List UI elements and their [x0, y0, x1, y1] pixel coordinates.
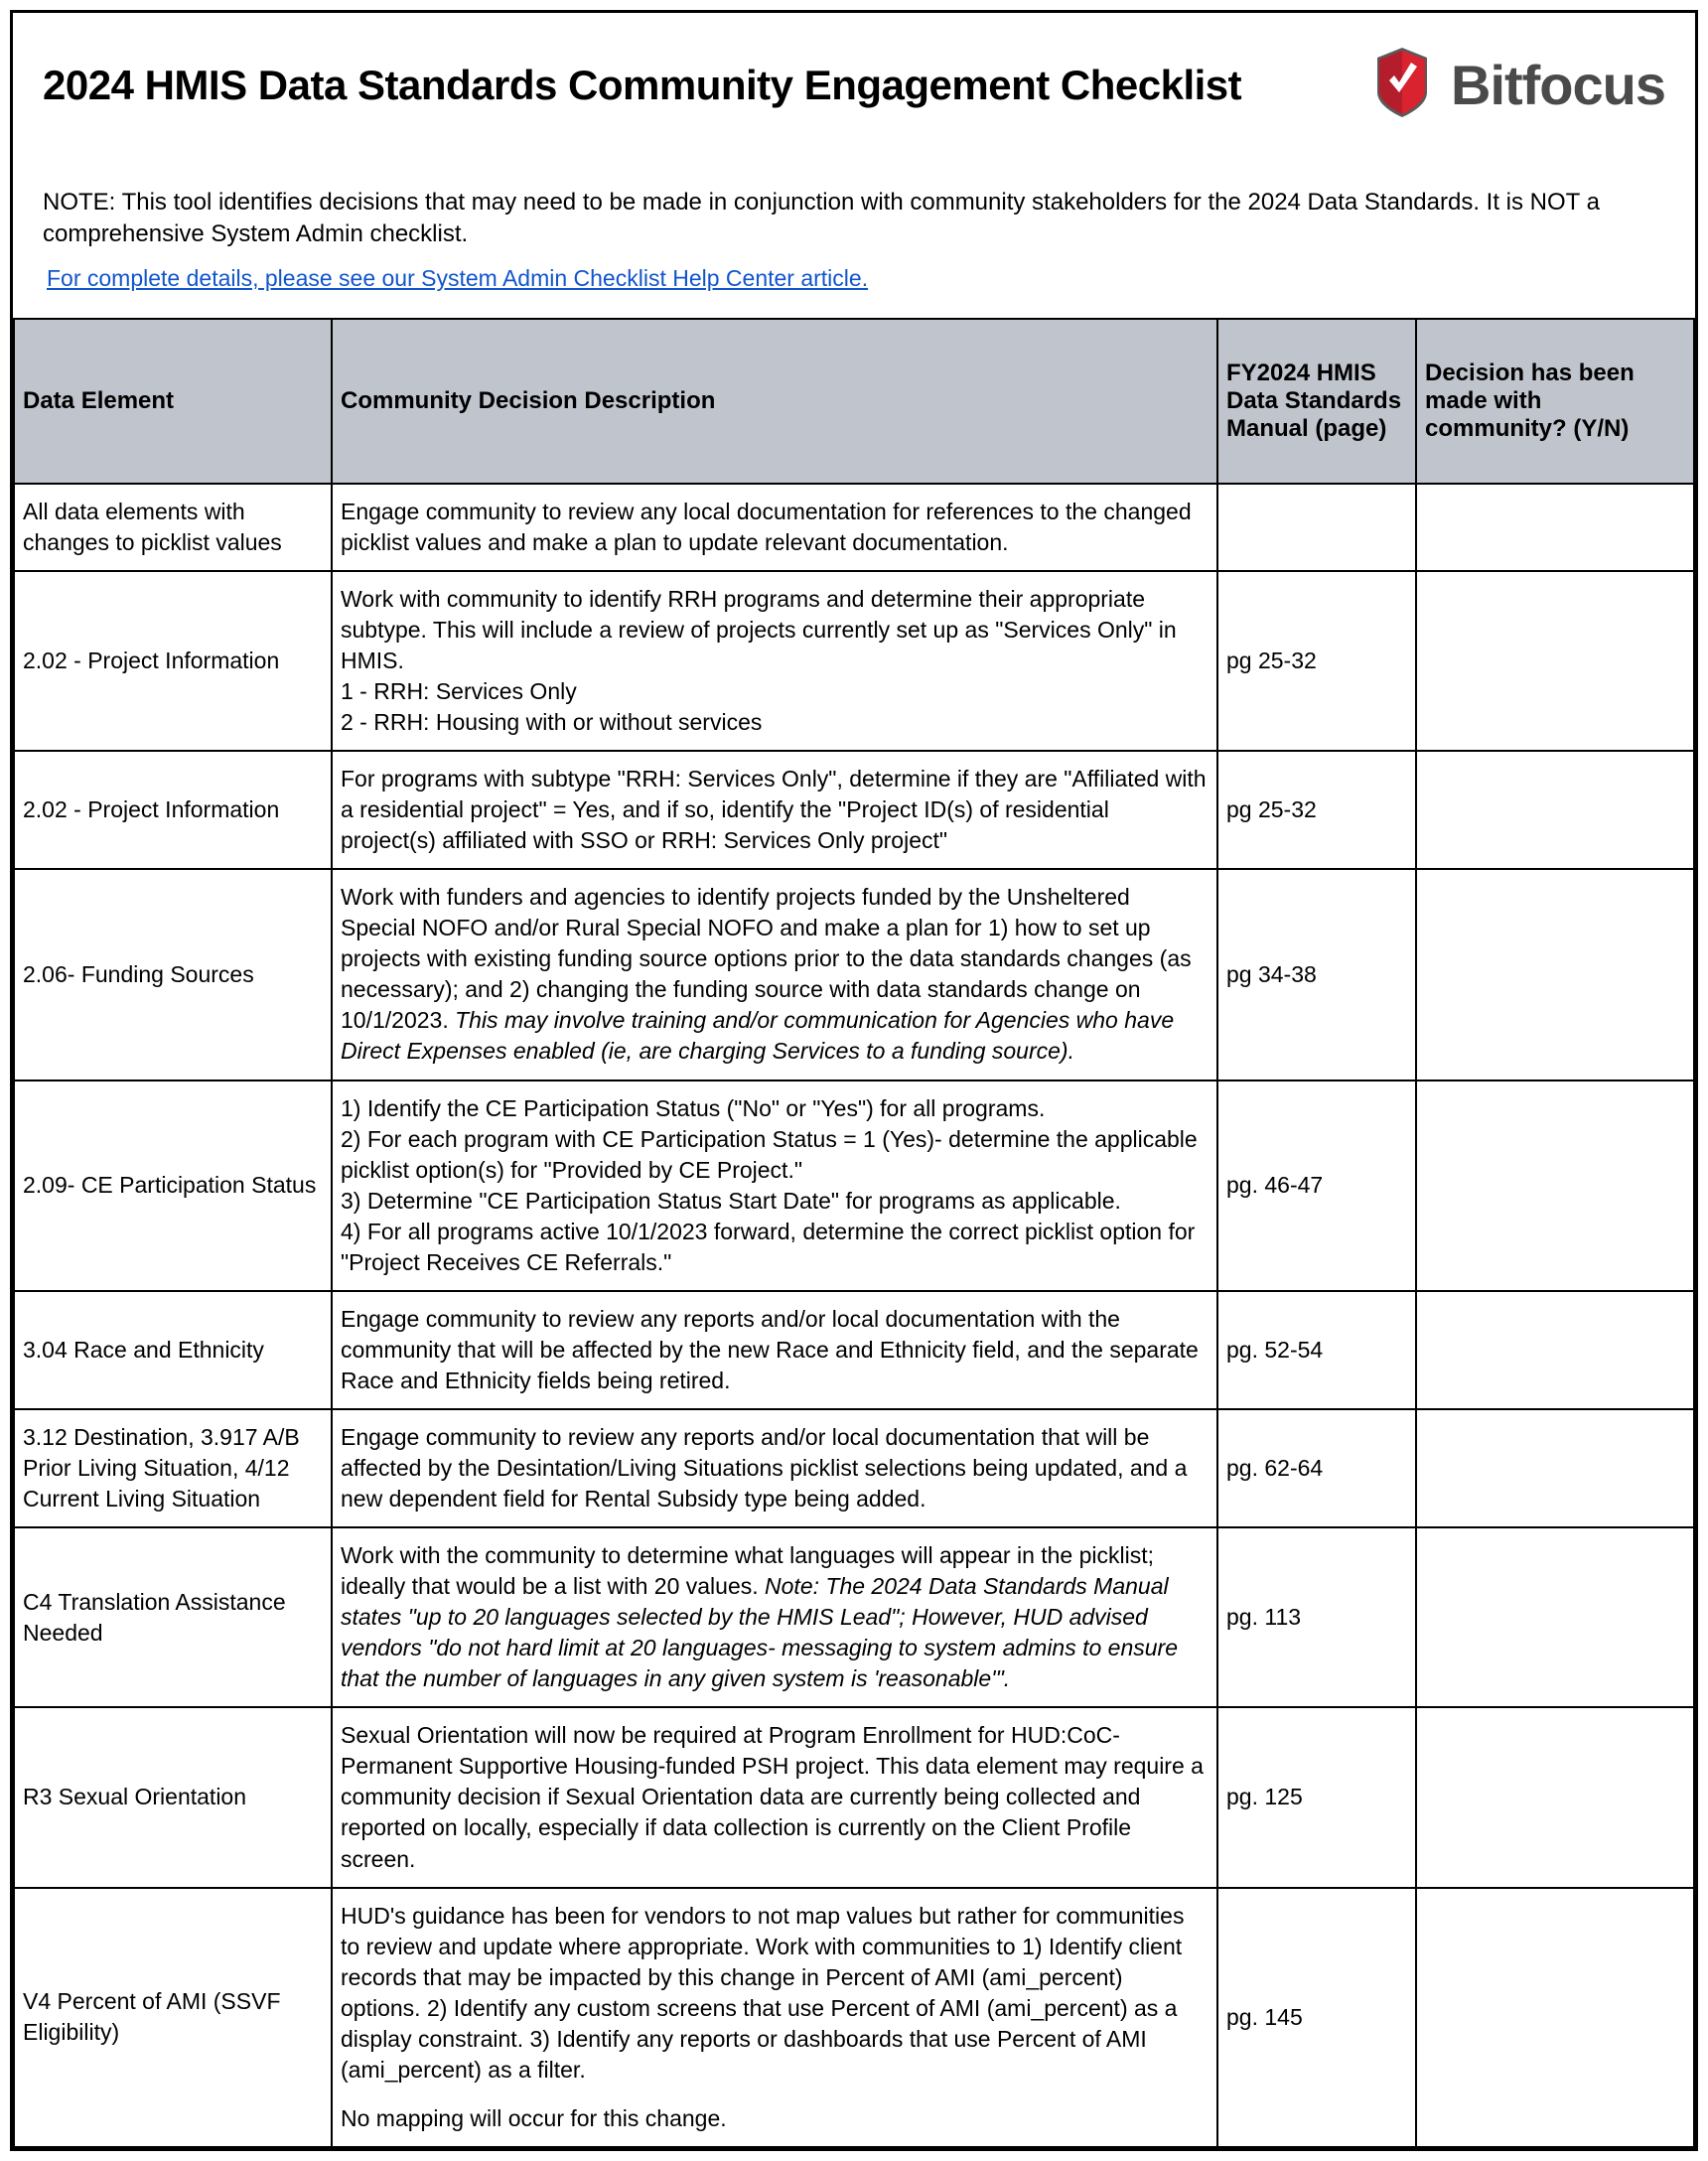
note-text: NOTE: This tool identifies decisions tha… — [43, 187, 1665, 251]
cell-decision — [1416, 484, 1694, 571]
cell-data-element: 2.06- Funding Sources — [14, 869, 332, 1080]
cell-description: 1) Identify the CE Participation Status … — [332, 1080, 1217, 1291]
cell-manual-page: pg. 145 — [1217, 1888, 1416, 2147]
cell-manual-page: pg. 113 — [1217, 1527, 1416, 1707]
header-data-element: Data Element — [14, 319, 332, 484]
table-row: 2.02 - Project InformationWork with comm… — [14, 571, 1694, 751]
table-row: C4 Translation Assistance NeededWork wit… — [14, 1527, 1694, 1707]
cell-description: Engage community to review any reports a… — [332, 1291, 1217, 1409]
cell-decision — [1416, 1291, 1694, 1409]
cell-description: Work with the community to determine wha… — [332, 1527, 1217, 1707]
cell-manual-page: pg 25-32 — [1217, 571, 1416, 751]
header-decision: Decision has been made with community? (… — [1416, 319, 1694, 484]
cell-manual-page: pg. 62-64 — [1217, 1409, 1416, 1527]
cell-data-element: 2.02 - Project Information — [14, 571, 332, 751]
header-manual-page: FY2024 HMIS Data Standards Manual (page) — [1217, 319, 1416, 484]
cell-data-element: 2.09- CE Participation Status — [14, 1080, 332, 1291]
table-row: 2.09- CE Participation Status1) Identify… — [14, 1080, 1694, 1291]
table-row: 2.02 - Project InformationFor programs w… — [14, 751, 1694, 869]
cell-decision — [1416, 1707, 1694, 1887]
cell-decision — [1416, 571, 1694, 751]
cell-decision — [1416, 1409, 1694, 1527]
cell-decision — [1416, 751, 1694, 869]
help-center-link[interactable]: For complete details, please see our Sys… — [43, 265, 868, 292]
table-row: 3.04 Race and EthnicityEngage community … — [14, 1291, 1694, 1409]
cell-description: Sexual Orientation will now be required … — [332, 1707, 1217, 1887]
cell-description: Work with community to identify RRH prog… — [332, 571, 1217, 751]
cell-manual-page: pg. 52-54 — [1217, 1291, 1416, 1409]
cell-manual-page: pg 25-32 — [1217, 751, 1416, 869]
cell-description: For programs with subtype "RRH: Services… — [332, 751, 1217, 869]
cell-manual-page: pg 34-38 — [1217, 869, 1416, 1080]
table-row: 2.06- Funding SourcesWork with funders a… — [14, 869, 1694, 1080]
document-header: 2024 HMIS Data Standards Community Engag… — [13, 13, 1695, 318]
bitfocus-mark-icon — [1367, 43, 1437, 127]
cell-data-element: R3 Sexual Orientation — [14, 1707, 332, 1887]
table-row: All data elements with changes to pickli… — [14, 484, 1694, 571]
table-header-row: Data Element Community Decision Descript… — [14, 319, 1694, 484]
cell-manual-page: pg. 125 — [1217, 1707, 1416, 1887]
page-title: 2024 HMIS Data Standards Community Engag… — [43, 62, 1241, 109]
cell-data-element: V4 Percent of AMI (SSVF Eligibility) — [14, 1888, 332, 2147]
cell-decision — [1416, 1527, 1694, 1707]
cell-data-element: 3.04 Race and Ethnicity — [14, 1291, 332, 1409]
cell-decision — [1416, 1888, 1694, 2147]
cell-description: Engage community to review any local doc… — [332, 484, 1217, 571]
cell-data-element: C4 Translation Assistance Needed — [14, 1527, 332, 1707]
cell-data-element: 3.12 Destination, 3.917 A/B Prior Living… — [14, 1409, 332, 1527]
cell-decision — [1416, 869, 1694, 1080]
table-row: R3 Sexual OrientationSexual Orientation … — [14, 1707, 1694, 1887]
cell-decision — [1416, 1080, 1694, 1291]
cell-description: Work with funders and agencies to identi… — [332, 869, 1217, 1080]
brand-logo: Bitfocus — [1367, 43, 1665, 127]
brand-logo-text: Bitfocus — [1451, 53, 1665, 117]
cell-description: Engage community to review any reports a… — [332, 1409, 1217, 1527]
table-row: V4 Percent of AMI (SSVF Eligibility)HUD'… — [14, 1888, 1694, 2147]
header-description: Community Decision Description — [332, 319, 1217, 484]
cell-data-element: 2.02 - Project Information — [14, 751, 332, 869]
checklist-table: Data Element Community Decision Descript… — [13, 318, 1695, 2148]
cell-manual-page — [1217, 484, 1416, 571]
table-row: 3.12 Destination, 3.917 A/B Prior Living… — [14, 1409, 1694, 1527]
cell-description: HUD's guidance has been for vendors to n… — [332, 1888, 1217, 2147]
cell-data-element: All data elements with changes to pickli… — [14, 484, 332, 571]
cell-manual-page: pg. 46-47 — [1217, 1080, 1416, 1291]
